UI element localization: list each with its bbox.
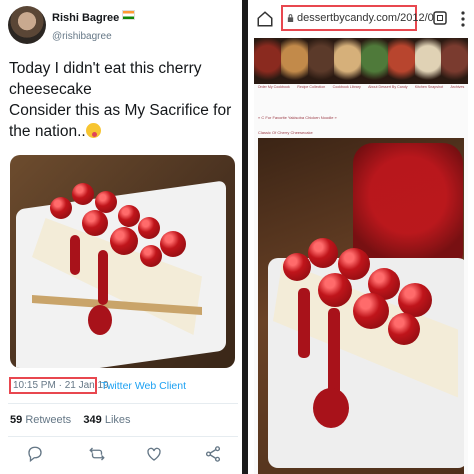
nav-link[interactable]: Archives — [450, 85, 464, 89]
retweet-count[interactable]: 59 Retweets — [10, 414, 71, 426]
tweet-panel: Rishi Bagree @rishibagree Today I didn't… — [0, 0, 242, 474]
author-handle[interactable]: @rishibagree — [52, 31, 112, 42]
header-banner — [254, 38, 468, 84]
browser-panel: dessertbycandy.com/2012/0 Order My Cookb… — [248, 0, 474, 474]
home-icon[interactable] — [256, 10, 274, 28]
nav-link[interactable]: Recipe Collection — [297, 85, 325, 89]
post-photo[interactable] — [258, 138, 464, 474]
cherry — [308, 238, 338, 268]
avatar[interactable] — [8, 6, 46, 44]
share-icon[interactable] — [204, 445, 222, 463]
web-page: Order My Cookbook Recipe Collection Cook… — [254, 38, 468, 474]
nav-link[interactable]: Cookbook Library — [333, 85, 361, 89]
previous-post-link[interactable]: « C For Favorite Yakisoba Chicken Noodle… — [258, 115, 337, 120]
cherry — [82, 210, 108, 236]
cherry — [353, 293, 389, 329]
post-title: Classic Of Cherry Cheesecake — [258, 130, 313, 135]
banner-thumbnail — [307, 38, 335, 84]
cherry — [110, 227, 138, 255]
address-bar[interactable]: dessertbycandy.com/2012/0 — [281, 5, 434, 31]
cherry — [50, 197, 72, 219]
tweet-stats: 59 Retweets 349 Likes — [10, 414, 131, 426]
banner-thumbnail — [334, 38, 361, 84]
banner-thumbnail — [414, 38, 442, 84]
nav-link[interactable]: Order My Cookbook — [258, 85, 290, 89]
banner-thumbnail — [361, 38, 388, 84]
tweet-text-line2: Consider this as My Sacrifice for the na… — [9, 102, 232, 140]
cherry-jar — [353, 143, 463, 273]
divider — [8, 436, 238, 437]
cherry — [398, 283, 432, 317]
banner-thumbnail — [280, 38, 308, 84]
tweet-timestamp[interactable]: 10:15 PM · 21 Jan 19 — [9, 377, 109, 394]
syrup-drip — [98, 250, 108, 305]
banner-thumbnail — [441, 38, 468, 84]
syrup-drip — [298, 288, 310, 358]
nav-link[interactable]: About Dessert By Candy — [368, 85, 407, 89]
syrup-drip — [88, 305, 112, 335]
divider — [8, 403, 238, 404]
like-count[interactable]: 349 Likes — [83, 414, 130, 426]
reply-icon[interactable] — [26, 445, 44, 463]
syrup-drip — [70, 235, 80, 275]
cherry — [118, 205, 140, 227]
syrup-drip — [313, 388, 349, 428]
cherry — [160, 231, 186, 257]
overflow-menu-icon[interactable] — [460, 10, 466, 28]
author-name[interactable]: Rishi Bagree — [52, 10, 136, 24]
nav-link[interactable]: Kitchen Snapshot — [415, 85, 443, 89]
tongue-out-emoji-icon — [85, 123, 101, 138]
tweet-text-line1: Today I didn't eat this cherry cheesecak… — [9, 60, 202, 98]
tweet-photo[interactable] — [10, 155, 235, 368]
cherry — [72, 183, 94, 205]
retweet-icon[interactable] — [88, 445, 106, 463]
syrup-drip — [328, 308, 340, 398]
banner-thumbnail — [254, 38, 281, 84]
tweet-client-link[interactable]: Twitter Web Client — [101, 380, 186, 392]
tweet-text: Today I didn't eat this cherry cheesecak… — [9, 58, 239, 142]
banner-thumbnail — [387, 38, 415, 84]
lock-icon — [287, 14, 294, 22]
india-flag-icon — [122, 10, 136, 20]
tab-switcher-icon[interactable] — [433, 11, 447, 25]
browser-toolbar: dessertbycandy.com/2012/0 — [248, 0, 474, 38]
url-text[interactable]: dessertbycandy.com/2012/0 — [297, 12, 434, 24]
cherry — [318, 273, 352, 307]
cherry — [140, 245, 162, 267]
cherry — [283, 253, 311, 281]
like-icon[interactable] — [145, 445, 163, 463]
cherry — [138, 217, 160, 239]
site-nav: Order My Cookbook Recipe Collection Cook… — [254, 85, 468, 89]
cherry — [388, 313, 420, 345]
